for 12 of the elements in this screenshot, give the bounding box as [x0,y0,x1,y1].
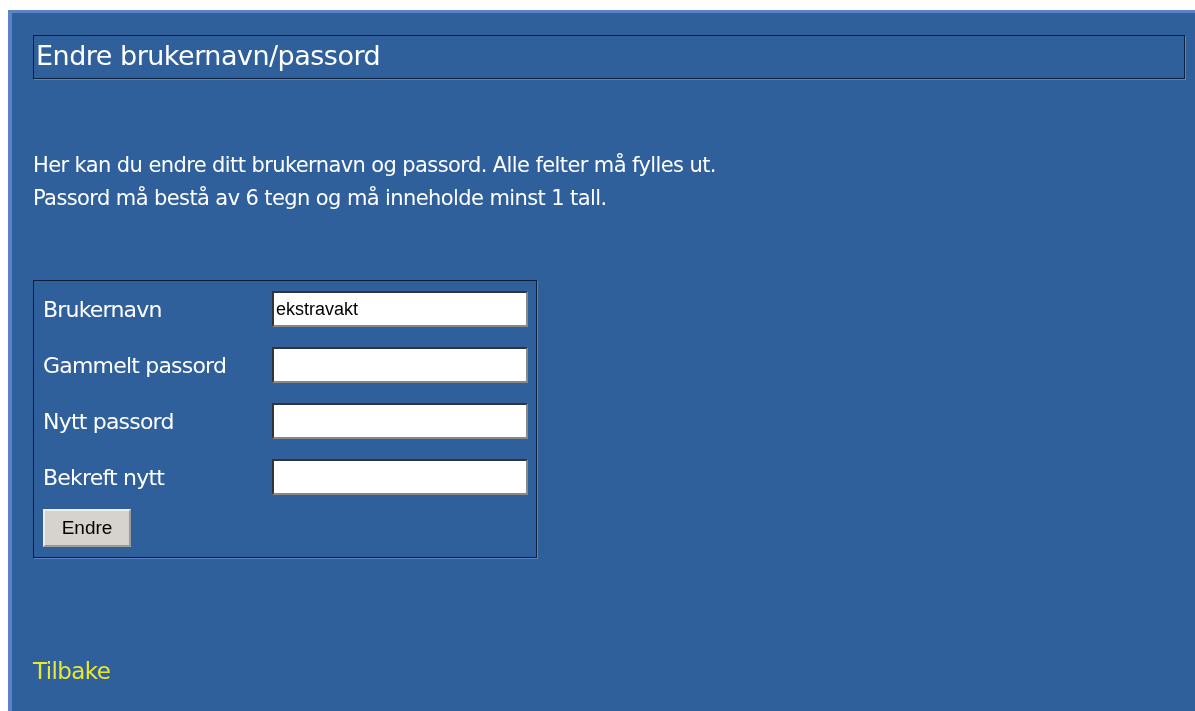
field-label: Nytt passord [43,408,175,434]
input-field[interactable] [272,347,528,383]
input-field[interactable] [272,459,528,495]
field-label: Gammelt passord [43,352,228,378]
page-title: Endre brukernavn/passord [33,35,1185,79]
back-link[interactable]: Tilbake [33,658,111,684]
submit-button[interactable]: Endre [43,509,131,547]
field-label: Brukernavn [43,296,163,322]
field-label: Bekreft nytt [43,464,166,490]
input-field[interactable] [272,403,528,439]
intro-text: Her kan du endre ditt brukernavn og passord. Alle felter må fylles ut. Passord må bestå av 6 tegn og må inneholde minst 1 tall. [33,152,717,212]
input-field[interactable]: ekstravakt [272,291,528,327]
